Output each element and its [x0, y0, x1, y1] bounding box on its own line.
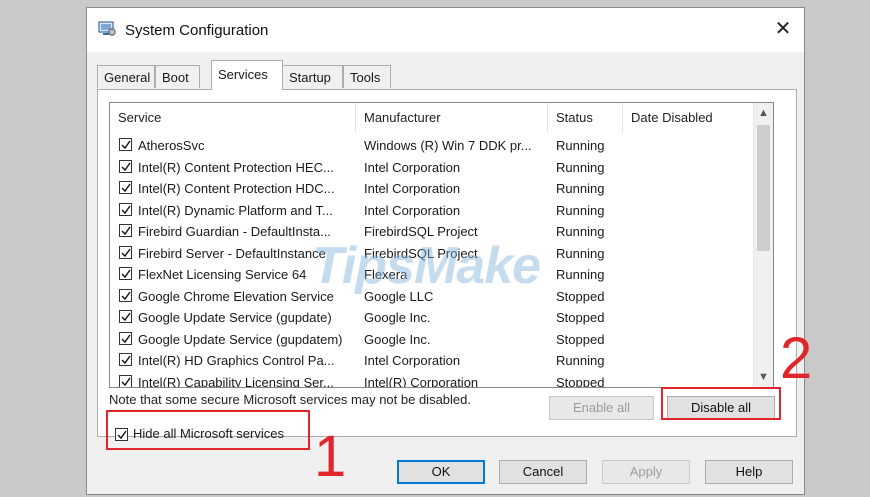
service-status: Stopped — [556, 288, 605, 304]
table-row[interactable]: Google Update Service (gupdate) Google In… — [110, 307, 753, 328]
service-checkbox[interactable] — [119, 288, 132, 302]
service-status: Stopped — [556, 310, 605, 325]
service-status: Running — [556, 202, 605, 218]
secure-services-note: Note that some secure Microsoft services… — [109, 392, 471, 407]
table-row[interactable]: AtherosSvc Windows (R) Win 7 DDK pr... Run… — [110, 135, 753, 156]
service-checkbox[interactable] — [119, 202, 132, 216]
service-name: Intel(R) Content Protection HDC... — [138, 181, 335, 196]
column-service[interactable]: Service — [110, 103, 356, 133]
tab-tools[interactable]: Tools — [343, 65, 391, 88]
service-status: Stopped — [556, 374, 605, 388]
service-name: Google Update Service (gupdatem) — [138, 331, 343, 347]
msconfig-icon — [98, 21, 116, 37]
scroll-thumb[interactable] — [757, 125, 770, 251]
service-status: Stopped — [556, 331, 605, 347]
service-status: Running — [556, 245, 605, 261]
help-button[interactable]: Help — [705, 460, 793, 484]
column-date-disabled[interactable]: Date Disabled — [623, 103, 753, 133]
scroll-up-icon[interactable]: ▲ — [754, 103, 773, 123]
column-status[interactable]: Status — [548, 103, 623, 133]
cancel-button[interactable]: Cancel — [499, 460, 587, 484]
table-row[interactable]: Intel(R) Content Protection HDC... Intel … — [110, 178, 753, 199]
list-header: Service Manufacturer Status Date Disable… — [110, 103, 753, 133]
annotation-box-hide-ms — [106, 410, 310, 450]
annotation-number-1: 1 — [314, 424, 347, 489]
service-checkbox[interactable] — [119, 138, 132, 151]
service-checkbox[interactable] — [119, 374, 132, 387]
tab-services[interactable]: Services — [211, 60, 283, 90]
service-checkbox[interactable] — [119, 224, 132, 237]
annotation-box-disable-all — [661, 387, 781, 420]
service-status: Running — [556, 224, 605, 239]
service-name: Intel(R) Content Protection HEC... — [138, 159, 334, 175]
service-status: Running — [556, 138, 605, 153]
service-name: Intel(R) Capability Licensing Ser... — [138, 374, 334, 388]
service-checkbox[interactable] — [119, 181, 132, 194]
service-manufacturer: Intel Corporation — [364, 202, 461, 218]
annotation-number-2: 2 — [780, 326, 813, 391]
table-row[interactable]: Intel(R) HD Graphics Control Pa... Intel … — [110, 350, 753, 371]
service-checkbox[interactable] — [119, 331, 132, 345]
service-status: Running — [556, 267, 605, 282]
service-name: Intel(R) Dynamic Platform and T... — [138, 202, 333, 218]
watermark: TipsMake — [312, 237, 541, 295]
table-row[interactable]: Intel(R) Dynamic Platform and T... Intel … — [110, 200, 753, 221]
service-manufacturer: Intel(R) Corporation — [364, 374, 479, 388]
close-button[interactable]: ✕ — [770, 16, 796, 42]
table-row[interactable]: Intel(R) Capability Licensing Ser... Inte… — [110, 372, 753, 388]
service-manufacturer: Intel Corporation — [364, 353, 461, 368]
service-checkbox[interactable] — [119, 353, 132, 366]
window-title: System Configuration — [125, 22, 269, 39]
scroll-down-icon[interactable]: ▼ — [754, 367, 773, 387]
tab-boot[interactable]: Boot — [155, 65, 200, 88]
service-manufacturer: Google Inc. — [364, 331, 431, 347]
table-row[interactable]: Intel(R) Content Protection HEC... Intel … — [110, 157, 753, 178]
service-checkbox[interactable] — [119, 159, 132, 173]
table-row[interactable]: Google Update Service (gupdatem) Google I… — [110, 329, 753, 350]
service-manufacturer: Google Inc. — [364, 310, 431, 325]
service-name: Google Update Service (gupdate) — [138, 310, 332, 325]
service-checkbox[interactable] — [119, 245, 132, 259]
service-status: Running — [556, 159, 605, 175]
ok-button[interactable]: OK — [397, 460, 485, 484]
service-status: Running — [556, 353, 605, 368]
service-checkbox[interactable] — [119, 310, 132, 323]
service-manufacturer: Intel Corporation — [364, 181, 461, 196]
service-name: Intel(R) HD Graphics Control Pa... — [138, 353, 335, 368]
tab-general[interactable]: General — [97, 65, 155, 88]
service-manufacturer: Intel Corporation — [364, 159, 461, 175]
service-checkbox[interactable] — [119, 267, 132, 280]
enable-all-button[interactable]: Enable all — [549, 396, 654, 420]
service-status: Running — [556, 181, 605, 196]
apply-button[interactable]: Apply — [602, 460, 690, 484]
vertical-scrollbar[interactable]: ▲ ▼ — [753, 103, 773, 387]
tab-startup[interactable]: Startup — [282, 65, 343, 88]
service-manufacturer: Windows (R) Win 7 DDK pr... — [364, 138, 532, 153]
service-name: AtherosSvc — [138, 138, 205, 153]
title-bar: System Configuration ✕ — [87, 8, 804, 52]
column-manufacturer[interactable]: Manufacturer — [356, 103, 548, 133]
